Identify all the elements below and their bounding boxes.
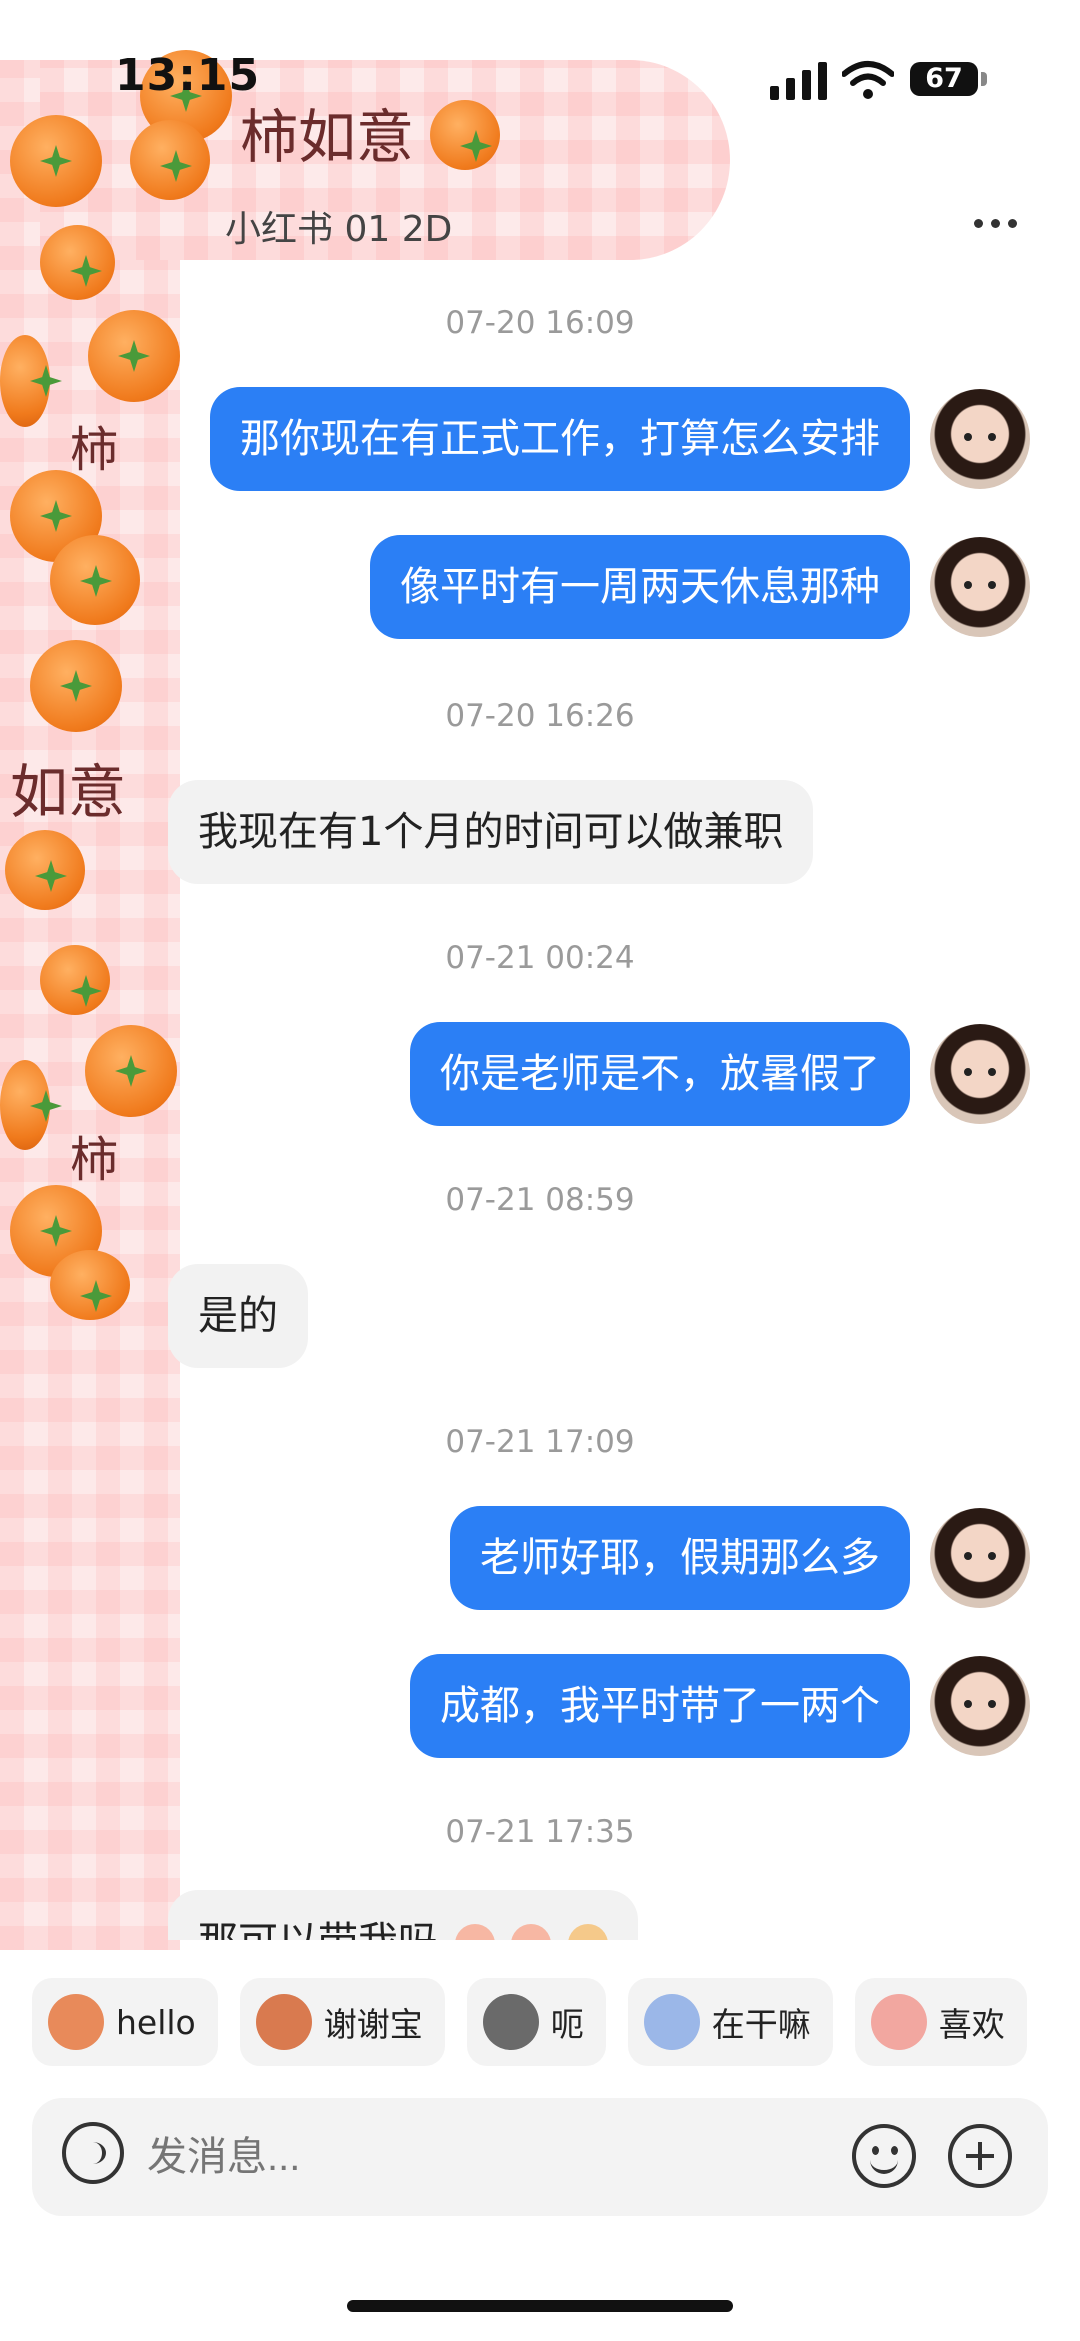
message-timestamp: 07-20 16:09 bbox=[445, 305, 635, 341]
incoming-message[interactable]: 我现在有1个月的时间可以做兼职 bbox=[168, 780, 814, 884]
incoming-message[interactable]: 是的 bbox=[168, 1264, 308, 1368]
user-avatar[interactable] bbox=[930, 537, 1030, 637]
quick-reply-label: 在干嘛 bbox=[711, 2005, 811, 2044]
outgoing-message[interactable]: 成都，我平时带了一两个 bbox=[410, 1654, 910, 1758]
battery-cap bbox=[981, 72, 987, 86]
quick-reply-label: 喜欢 bbox=[938, 2005, 1005, 2044]
monkey-flower-sticker-icon bbox=[255, 1994, 312, 2050]
message-timestamp: 07-21 08:59 bbox=[445, 1182, 635, 1218]
battery-indicator: 67 bbox=[910, 62, 978, 96]
message-timestamp: 07-21 00:24 bbox=[445, 940, 635, 976]
message-timestamp: 07-21 17:09 bbox=[445, 1424, 635, 1460]
quick-reply-label: 呃 bbox=[550, 2005, 584, 2044]
more-dot-icon bbox=[990, 218, 1000, 228]
message-timestamp: 07-20 16:26 bbox=[445, 698, 635, 734]
user-avatar[interactable] bbox=[930, 389, 1030, 489]
voice-input-icon[interactable] bbox=[62, 2122, 124, 2184]
quick-reply-label: hello bbox=[116, 2002, 196, 2042]
message-composer bbox=[32, 2098, 1048, 2216]
message-timestamp: 07-21 17:35 bbox=[445, 1814, 635, 1850]
outgoing-message[interactable]: 像平时有一周两天休息那种 bbox=[370, 535, 910, 639]
message-input[interactable] bbox=[147, 2098, 847, 2216]
quick-reply-bar: hello 谢谢宝 呃 在干嘛 喜欢 bbox=[32, 1978, 1027, 2068]
wifi-icon bbox=[842, 61, 894, 99]
outgoing-message[interactable]: 老师好耶，假期那么多 bbox=[450, 1506, 910, 1610]
quick-reply-thanks[interactable]: 谢谢宝 bbox=[239, 1978, 445, 2066]
contact-name[interactable]: 小红书 01 2D bbox=[225, 200, 452, 252]
emoji-face-icon bbox=[511, 1924, 552, 1940]
emoji-icon[interactable] bbox=[852, 2124, 916, 2188]
emoji-face-icon bbox=[568, 1924, 609, 1940]
pig-sticker-icon bbox=[870, 1994, 927, 2050]
outgoing-message[interactable]: 那你现在有正式工作，打算怎么安排 bbox=[210, 387, 910, 491]
quick-reply-label: 谢谢宝 bbox=[323, 2005, 423, 2044]
quick-reply-hello[interactable]: hello bbox=[32, 1978, 218, 2066]
more-dot-icon bbox=[973, 218, 983, 228]
add-attachment-icon[interactable] bbox=[948, 2124, 1012, 2188]
cat-sticker-icon bbox=[482, 1994, 539, 2050]
user-avatar[interactable] bbox=[930, 1024, 1030, 1124]
quick-reply-what-doing[interactable]: 在干嘛 bbox=[627, 1978, 833, 2066]
incoming-message[interactable]: 那可以带我吗 bbox=[168, 1890, 639, 1940]
magnifier-sticker-icon bbox=[643, 1994, 700, 2050]
user-avatar[interactable] bbox=[930, 1508, 1030, 1608]
quick-reply-uh[interactable]: 呃 bbox=[466, 1978, 606, 2066]
more-options-button[interactable] bbox=[965, 205, 1025, 241]
home-indicator[interactable] bbox=[347, 2300, 733, 2312]
chat-header bbox=[0, 150, 1080, 300]
status-bar: 13:15 67 bbox=[0, 0, 1080, 150]
message-list[interactable]: 07-20 16:09 那你现在有正式工作，打算怎么安排 像平时有一周两天休息那… bbox=[0, 300, 1080, 1940]
user-avatar[interactable] bbox=[930, 1656, 1030, 1756]
more-dot-icon bbox=[1007, 218, 1017, 228]
status-time: 13:15 bbox=[115, 50, 261, 101]
quick-reply-like[interactable]: 喜欢 bbox=[854, 1978, 1027, 2066]
outgoing-message[interactable]: 你是老师是不，放暑假了 bbox=[410, 1022, 910, 1126]
monkey-sticker-icon bbox=[48, 1994, 104, 2050]
incoming-message-text: 那可以带我吗 bbox=[198, 1919, 438, 1940]
cellular-signal-icon bbox=[770, 62, 827, 100]
emoji-face-icon bbox=[454, 1924, 495, 1940]
